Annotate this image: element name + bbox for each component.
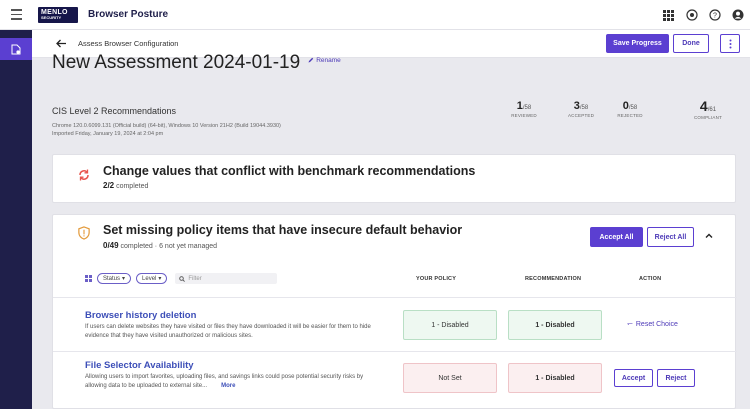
target-icon[interactable] [685, 9, 698, 22]
assessment-title: New Assessment 2024-01-19 [52, 52, 301, 73]
column-header-recommendation: RECOMMENDATION [525, 276, 582, 282]
chevron-up-icon[interactable] [704, 231, 714, 241]
left-rail [0, 30, 32, 409]
filter-input[interactable]: Filter [175, 273, 278, 284]
chevron-down-icon: ▾ [122, 276, 126, 282]
recommendation-value: 1 - Disabled [508, 363, 602, 393]
help-icon[interactable]: ? [708, 9, 721, 22]
level-filter-chip[interactable]: Level ▾ [136, 273, 168, 284]
section-missing-policies: Set missing policy items that have insec… [52, 214, 737, 409]
pencil-icon [308, 57, 314, 63]
policy-description: If users can delete websites they have v… [85, 324, 371, 339]
stat-reviewed: 1/58 REVIEWED [511, 100, 537, 118]
policy-name[interactable]: File Selector Availability [85, 360, 194, 371]
table-row: File Selector Availability Allowing user… [53, 351, 737, 409]
rail-item-posture[interactable] [0, 38, 32, 60]
accept-button[interactable]: Accept [614, 369, 653, 387]
undo-arrow-icon: ↽ [627, 321, 633, 328]
filter-icon[interactable] [85, 275, 92, 282]
section-progress: 2/2 completed [103, 181, 149, 190]
column-header-action: ACTION [639, 276, 662, 282]
sync-conflict-icon [79, 169, 89, 181]
your-policy-value: 1 - Disabled [403, 310, 497, 340]
top-bar: MENLO SECURITY Browser Posture ? [0, 0, 750, 30]
reject-all-button[interactable]: Reject All [647, 227, 694, 247]
column-header-policy: YOUR POLICY [416, 276, 457, 282]
chevron-down-icon: ▾ [158, 276, 162, 282]
status-filter-chip[interactable]: Status ▾ [97, 273, 132, 284]
menu-icon[interactable] [0, 0, 32, 30]
done-button[interactable]: Done [673, 34, 709, 53]
search-icon [179, 275, 186, 282]
accept-all-button[interactable]: Accept All [590, 227, 643, 247]
company-logo: MENLO SECURITY [38, 6, 78, 23]
stat-compliant: 4/61 COMPLIANT [693, 98, 723, 120]
benchmark-name: CIS Level 2 Recommendations [52, 106, 177, 116]
shield-warning-icon [78, 226, 90, 240]
policy-name[interactable]: Browser history deletion [85, 310, 196, 321]
kebab-icon [729, 39, 731, 48]
more-link[interactable]: More [221, 383, 235, 389]
more-options-button[interactable] [720, 34, 740, 53]
browser-version: Chrome 120.0.6099.131 (Official build) (… [52, 123, 281, 129]
your-policy-value: Not Set [403, 363, 497, 393]
stat-rejected: 0/58 REJECTED [617, 100, 643, 118]
import-date: Imported Friday, January 19, 2024 at 2:0… [52, 131, 164, 137]
rename-link[interactable]: Rename [308, 57, 341, 64]
section-conflicting-values[interactable]: Change values that conflict with benchma… [52, 154, 736, 203]
apps-grid-icon[interactable] [662, 9, 675, 22]
filter-bar: Status ▾ Level ▾ Filter [85, 273, 278, 284]
back-arrow-icon[interactable] [56, 38, 68, 50]
recommendation-value: 1 - Disabled [508, 310, 602, 340]
svg-text:?: ? [713, 13, 717, 20]
reject-button[interactable]: Reject [657, 369, 695, 387]
account-icon[interactable] [731, 9, 744, 22]
reset-choice-link[interactable]: ↽ Reset Choice [627, 320, 678, 329]
section-title: Set missing policy items that have insec… [103, 223, 463, 237]
save-progress-button[interactable]: Save Progress [606, 34, 669, 53]
section-title: Change values that conflict with benchma… [103, 164, 476, 178]
policy-description: Allowing users to import favorites, uplo… [85, 374, 364, 389]
document-icon [11, 44, 21, 54]
app-title: Browser Posture [88, 9, 169, 20]
table-row: Browser history deletion If users can de… [53, 297, 737, 351]
breadcrumb[interactable]: Assess Browser Configuration [78, 39, 178, 48]
section-progress: 0/49 completed · 6 not yet managed [103, 241, 218, 250]
